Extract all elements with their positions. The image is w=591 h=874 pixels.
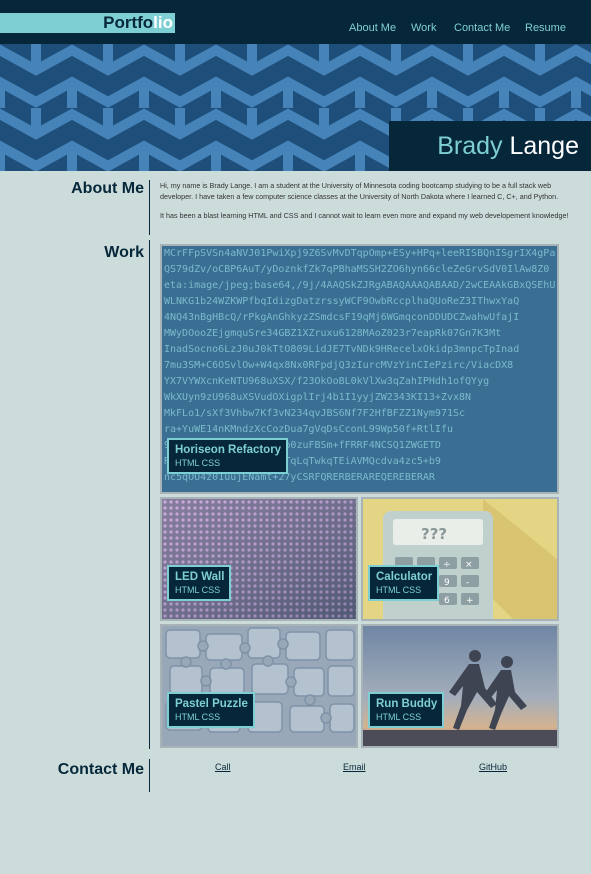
pastel-puzzle-image: [162, 626, 356, 746]
contact-email-link[interactable]: Email: [343, 762, 366, 772]
logo-text-main: Portfo: [103, 13, 154, 32]
about-paragraph-2: It has been a blast learning HTML and CS…: [160, 211, 569, 220]
run-buddy-image: [363, 626, 557, 746]
svg-text:9: 9: [444, 578, 450, 588]
led-wall-image: [162, 499, 356, 619]
project-tags: HTML CSS: [376, 712, 422, 722]
contact-title: Contact Me: [57, 761, 144, 778]
project-title: Calculator: [376, 571, 433, 583]
project-card-run-buddy[interactable]: Run Buddy HTML CSS: [361, 624, 559, 748]
project-card-led-wall[interactable]: LED Wall HTML CSS: [160, 497, 358, 621]
calculator-image: ??? ÷ × 9 - 6 +: [363, 499, 557, 619]
svg-text:×: ×: [465, 560, 473, 570]
nav-contact-link[interactable]: Contact Me: [454, 21, 510, 35]
about-title: About Me: [71, 180, 144, 197]
about-paragraph-1: Hi, my name is Brady Lange. I am a stude…: [160, 181, 559, 201]
svg-text:+: +: [466, 596, 474, 606]
code-line: MkFLo1/sXf3Vhbw7Kf3vN234qvJBS6Nf7F2HfBFZ…: [164, 408, 466, 419]
project-label-horiseon: Horiseon Refactory HTML CSS: [167, 438, 289, 474]
project-tags: HTML CSS: [175, 585, 221, 595]
about-divider: [149, 180, 150, 235]
code-line: QS79dZv/oCBP6AuT/yDoznkfZk7qPBhaMSSH2ZO6…: [164, 264, 550, 275]
nav-about-link[interactable]: About Me: [349, 21, 396, 35]
project-tags: HTML CSS: [376, 585, 422, 595]
project-title: LED Wall: [175, 571, 225, 583]
svg-text:-: -: [466, 578, 469, 588]
contact-divider: [149, 759, 150, 792]
svg-text:6: 6: [444, 596, 450, 606]
work-title: Work: [104, 244, 144, 261]
hero-name: Brady Lange: [389, 121, 591, 171]
code-line: YX7VYWXcnKeNTU968uXSX/f23OkOoBL0kVlXw3qZ…: [164, 376, 490, 387]
project-card-horiseon[interactable]: MCrFFpSVSn4aNVJ01PwiXpj9Z6SvMvDTqpOmp+ES…: [160, 244, 559, 494]
project-tags: HTML CSS: [175, 458, 221, 468]
project-label-run-buddy: Run Buddy HTML CSS: [368, 692, 445, 728]
contact-github-link[interactable]: GitHub: [479, 762, 507, 772]
hero-last-name: Lange: [509, 132, 579, 160]
logo-link[interactable]: Portfolio: [0, 13, 175, 33]
logo-text-accent: lio: [153, 13, 173, 32]
code-line: eta:image/jpeg;base64,/9j/4AAQSkZJRgABAQ…: [164, 280, 556, 291]
code-line: MCrFFpSVSn4aNVJ01PwiXpj9Z6SvMvDTqpOmp+ES…: [164, 248, 556, 259]
project-title: Horiseon Refactory: [175, 444, 282, 456]
code-line: WLNKG1b24WZKWPfbqIdizgDatzrssyWCF9OwbRcc…: [164, 296, 520, 307]
svg-text:÷: ÷: [443, 560, 451, 570]
code-line: 7mu3SM+C6OSvlOw+W4qx8Nx0RFpdjQ3zIurcMVzY…: [164, 360, 514, 371]
project-title: Run Buddy: [376, 698, 438, 710]
code-line: ra+YuWE14nKMndzXcCozDua7gVqDsCconL99Wp50…: [164, 424, 453, 435]
project-title: Pastel Puzzle: [175, 698, 248, 710]
project-card-pastel-puzzle[interactable]: Pastel Puzzle HTML CSS: [160, 624, 358, 748]
hero-first-name: Brady: [437, 132, 503, 160]
code-line: 4NQ43nBgHBcQ/rPkgAnGhkyzZSmdcsF19qMj6WGm…: [164, 312, 520, 323]
contact-call-link[interactable]: Call: [215, 762, 231, 772]
code-line: InadSocno6LzJ0uJ0kTtO809LidJE7TvNDk9HRec…: [164, 344, 520, 355]
navbar: Portfolio About Me Work Contact Me Resum…: [0, 0, 591, 44]
nav-resume-link[interactable]: Resume: [525, 21, 566, 35]
work-divider: [149, 240, 150, 749]
nav-work-link[interactable]: Work: [411, 21, 436, 35]
code-line: MWyDOooZEjgmquSre34GBZ1XZruxu6128MAoZ023…: [164, 328, 502, 339]
code-line: WkXUyn9zU968uXSVudOXigplIrj4b1I1yyjZW234…: [164, 392, 472, 403]
about-text: Hi, my name is Brady Lange. I am a stude…: [160, 181, 570, 231]
svg-text:???: ???: [421, 525, 447, 543]
project-card-calculator[interactable]: ??? ÷ × 9 - 6 + Calculator HTML CSS: [361, 497, 559, 621]
project-label-calculator: Calculator HTML CSS: [368, 565, 440, 601]
project-label-led-wall: LED Wall HTML CSS: [167, 565, 232, 601]
project-label-pastel-puzzle: Pastel Puzzle HTML CSS: [167, 692, 255, 728]
project-tags: HTML CSS: [175, 712, 221, 722]
